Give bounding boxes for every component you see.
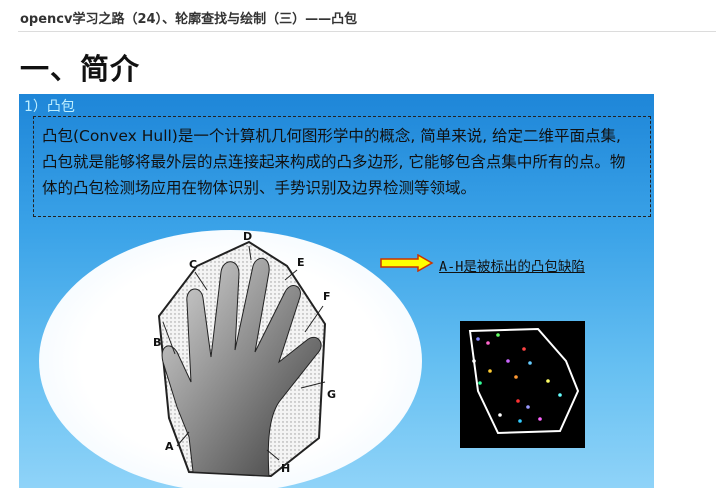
hand-label-f: F [323,290,331,303]
hand-label-d: D [243,232,252,243]
hand-label-e: E [297,256,305,269]
description-box: 凸包(Convex Hull)是一个计算机几何图形学中的概念, 简单来说, 给定… [33,116,651,217]
slide-label: 1）凸包 [24,99,75,115]
hand-label-b: B [153,336,161,349]
description-text: 凸包(Convex Hull)是一个计算机几何图形学中的概念, 简单来说, 给定… [42,127,626,197]
slide-image: 1）凸包 凸包(Convex Hull)是一个计算机几何图形学中的概念, 简单来… [19,94,654,488]
hand-label-a: A [165,440,174,453]
point-set-hull-thumbnail [460,321,585,448]
hand-label-c: C [189,258,197,271]
hull-thumbnail-graphic [468,327,580,435]
convexity-defect-note: A-H是被标出的凸包缺陷 [439,259,585,275]
hand-label-h: H [281,462,290,475]
right-arrow-icon [380,254,434,272]
hand-convex-hull-illustration: C D E F B G A H [153,232,336,478]
title-divider [18,31,716,32]
hand-label-g: G [327,388,336,401]
section-heading: 一、简介 [20,52,141,86]
post-title: opencv学习之路（24）、轮廓查找与绘制（三）——凸包 [20,12,358,27]
